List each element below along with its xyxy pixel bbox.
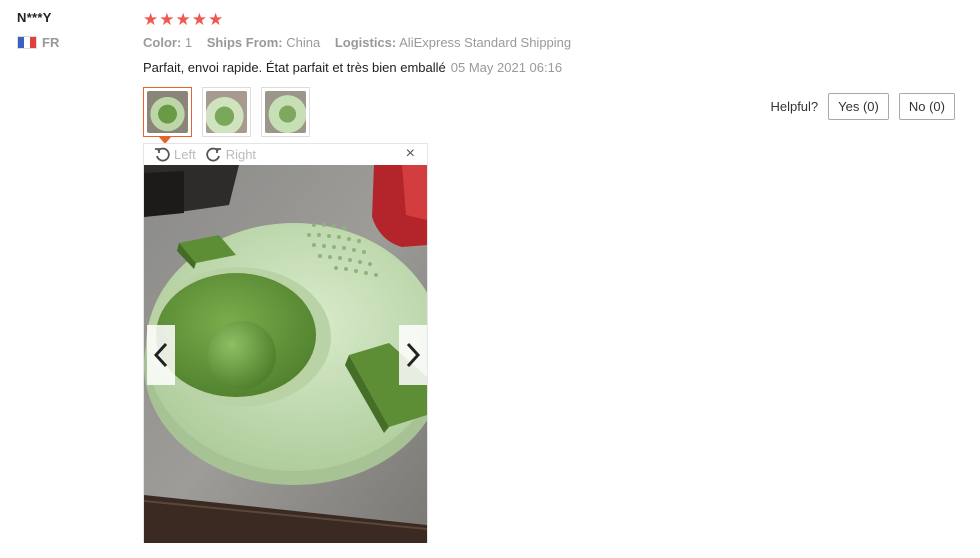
star-icon: ★ bbox=[175, 10, 191, 29]
review-photos bbox=[143, 87, 310, 144]
photo-viewer: Left Right × bbox=[143, 143, 428, 543]
helpful-yes-button[interactable]: Yes (0) bbox=[828, 93, 889, 120]
logistics-key: Logistics: bbox=[334, 35, 397, 50]
photo-thumbnail[interactable] bbox=[143, 87, 192, 144]
ships-from-value: China bbox=[286, 35, 321, 50]
viewer-toolbar: Left Right × bbox=[144, 144, 427, 165]
rotate-left-button[interactable]: Left bbox=[154, 147, 196, 163]
country-code: FR bbox=[42, 35, 60, 50]
star-icon: ★ bbox=[191, 10, 207, 29]
review-content: Parfait, envoi rapide. État parfait et t… bbox=[143, 60, 562, 75]
salad-spinner-photo bbox=[144, 165, 427, 543]
review-date: 05 May 2021 06:16 bbox=[450, 60, 563, 75]
ships-from-key: Ships From: bbox=[206, 35, 283, 50]
helpful-label: Helpful? bbox=[770, 99, 819, 114]
thumbnail-image bbox=[206, 91, 247, 133]
star-icon: ★ bbox=[208, 10, 224, 29]
star-icon: ★ bbox=[143, 10, 159, 29]
rotate-left-label: Left bbox=[174, 147, 196, 162]
review-photo bbox=[144, 165, 427, 543]
order-info: Color: 1 Ships From: China Logistics: Al… bbox=[143, 35, 582, 50]
thumbnail-image bbox=[265, 91, 306, 133]
photo-thumbnail[interactable] bbox=[202, 87, 251, 137]
helpful-no-button[interactable]: No (0) bbox=[898, 93, 955, 120]
close-icon[interactable]: × bbox=[406, 146, 415, 162]
rotate-cw-icon bbox=[206, 147, 221, 161]
rotate-ccw-icon bbox=[155, 147, 170, 161]
color-value: 1 bbox=[184, 35, 193, 50]
star-icon: ★ bbox=[159, 10, 175, 29]
rotate-right-button[interactable]: Right bbox=[206, 147, 256, 163]
reviewer-country: FR bbox=[17, 35, 59, 50]
reviewer-name: N***Y bbox=[17, 10, 52, 25]
star-rating: ★ ★ ★ ★ ★ bbox=[143, 10, 223, 29]
helpful-vote: Helpful? Yes (0) No (0) bbox=[770, 93, 955, 120]
thumbnail-image bbox=[147, 91, 188, 133]
next-photo-button[interactable] bbox=[399, 325, 427, 385]
photo-thumbnail[interactable] bbox=[261, 87, 310, 137]
review-text: Parfait, envoi rapide. État parfait et t… bbox=[143, 60, 446, 75]
rotate-right-label: Right bbox=[225, 147, 257, 162]
france-flag-icon bbox=[17, 36, 37, 49]
color-key: Color: bbox=[143, 35, 182, 50]
previous-photo-button[interactable] bbox=[147, 325, 175, 385]
logistics-value: AliExpress Standard Shipping bbox=[399, 35, 572, 50]
reviewer-info: N***Y FR bbox=[17, 10, 59, 50]
chevron-left-icon bbox=[153, 342, 168, 368]
chevron-right-icon bbox=[406, 342, 421, 368]
